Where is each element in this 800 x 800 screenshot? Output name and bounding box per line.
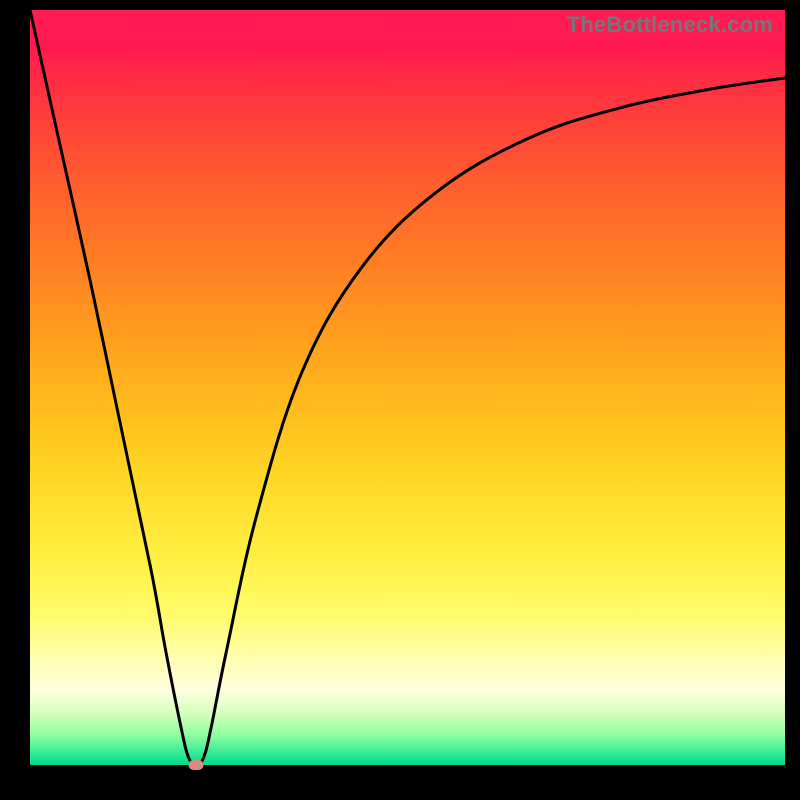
bottleneck-curve [30,10,785,765]
chart-frame: TheBottleneck.com [0,0,800,800]
minimum-marker [189,760,204,770]
plot-area: TheBottleneck.com [30,10,785,765]
